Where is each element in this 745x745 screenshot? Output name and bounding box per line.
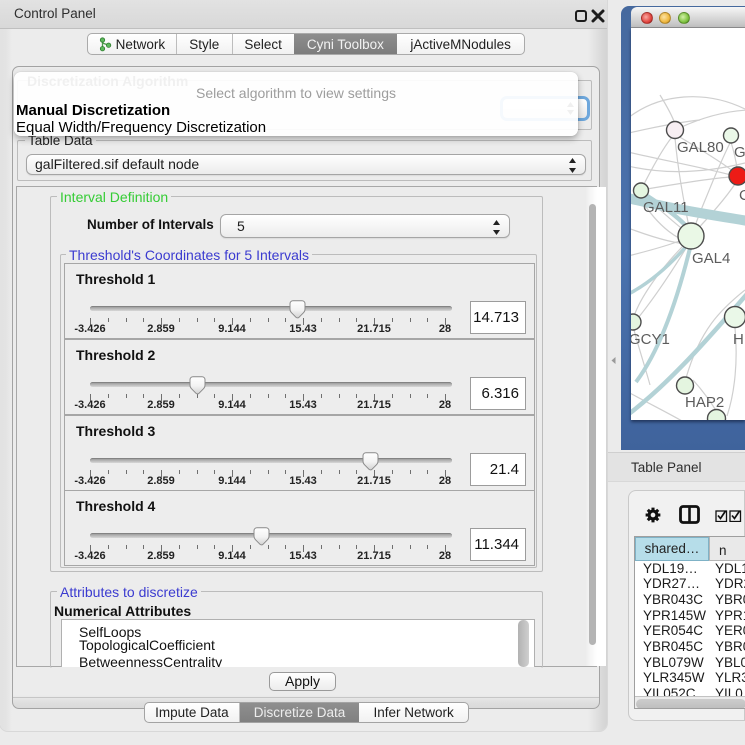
svg-text:GA: GA <box>734 144 745 161</box>
svg-text:GAL80: GAL80 <box>677 139 724 156</box>
svg-text:GCY1: GCY1 <box>631 331 670 348</box>
svg-text:HAP2: HAP2 <box>685 394 724 411</box>
svg-text:GAL4: GAL4 <box>692 250 730 267</box>
svg-text:GAL11: GAL11 <box>643 199 689 216</box>
svg-text:C: C <box>739 187 745 204</box>
svg-text:H: H <box>733 331 744 348</box>
